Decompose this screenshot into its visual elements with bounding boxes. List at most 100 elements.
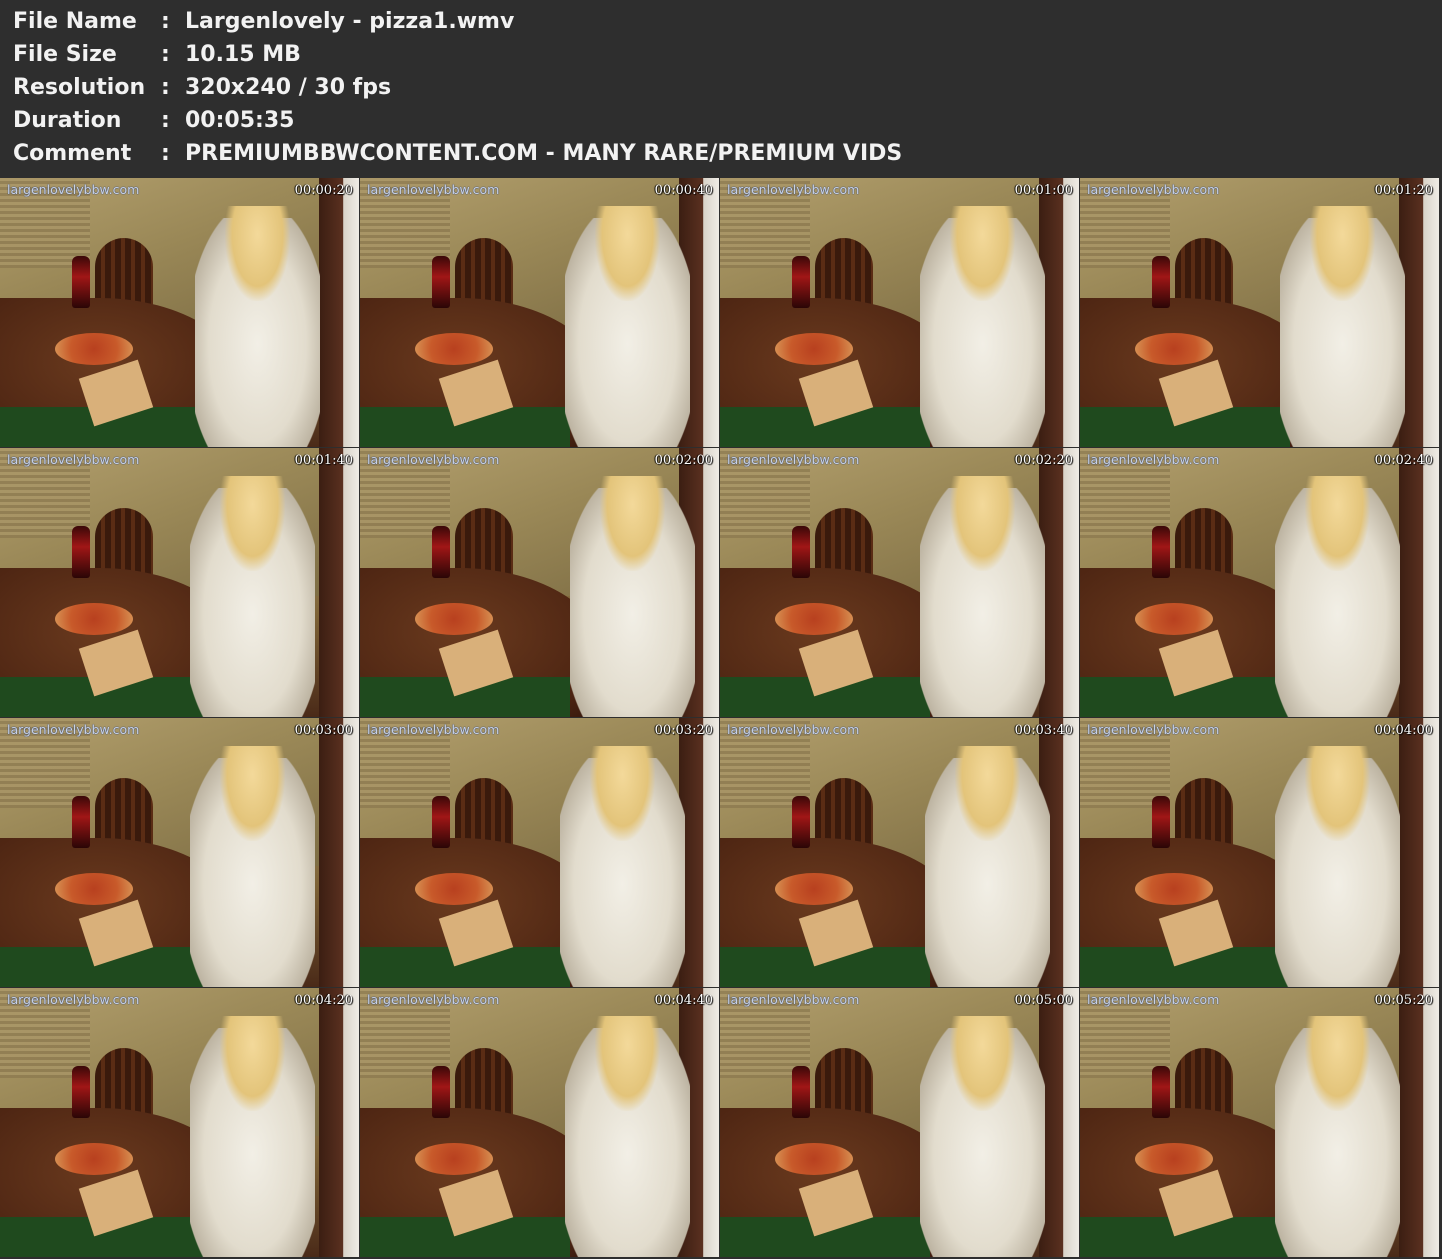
scene-pizza	[775, 873, 853, 905]
info-separator: :	[161, 75, 170, 100]
scene-hair	[1310, 206, 1375, 301]
scene-pizza	[415, 1143, 493, 1175]
video-thumbnail[interactable]: largenlovelybbw.com 00:00:20	[0, 178, 359, 447]
info-label: File Size	[13, 42, 117, 67]
scene-pizza	[55, 603, 133, 635]
scene-pizza	[415, 333, 493, 365]
video-thumbnail[interactable]: largenlovelybbw.com 00:05:20	[1080, 988, 1439, 1257]
thumbnail-watermark: largenlovelybbw.com	[1087, 452, 1220, 467]
scene-bottle	[72, 1066, 90, 1118]
info-label: Comment	[13, 141, 132, 166]
scene-bottle	[1152, 526, 1170, 578]
scene-pizza	[775, 333, 853, 365]
info-value-resolution: 320x240 / 30 fps	[185, 75, 392, 100]
video-thumbnail[interactable]: largenlovelybbw.com 00:04:00	[1080, 718, 1439, 987]
video-thumbnail[interactable]: largenlovelybbw.com 00:02:40	[1080, 448, 1439, 717]
scene-bottle	[792, 526, 810, 578]
thumbnail-timestamp: 00:03:40	[1014, 723, 1073, 738]
info-row-file-size: File Size : 10.15 MB	[13, 38, 301, 71]
scene-window	[1039, 988, 1079, 1257]
thumbnail-watermark: largenlovelybbw.com	[367, 182, 500, 197]
info-value-duration: 00:05:35	[185, 108, 295, 133]
thumbnail-watermark: largenlovelybbw.com	[7, 182, 140, 197]
video-thumbnail[interactable]: largenlovelybbw.com 00:04:40	[360, 988, 719, 1257]
info-value-comment: PREMIUMBBWCONTENT.COM - MANY RARE/PREMIU…	[185, 141, 903, 166]
scene-pizza	[1135, 333, 1213, 365]
scene-bottle	[792, 1066, 810, 1118]
thumbnail-watermark: largenlovelybbw.com	[367, 452, 500, 467]
scene-hair	[950, 206, 1015, 301]
thumbnail-watermark: largenlovelybbw.com	[727, 452, 860, 467]
video-thumbnail[interactable]: largenlovelybbw.com 00:04:20	[0, 988, 359, 1257]
thumbnail-watermark: largenlovelybbw.com	[727, 722, 860, 737]
scene-hair	[595, 206, 660, 301]
thumbnail-timestamp: 00:00:20	[294, 183, 353, 198]
info-value-file-size: 10.15 MB	[185, 42, 301, 67]
thumbnail-watermark: largenlovelybbw.com	[7, 452, 140, 467]
scene-bottle	[792, 256, 810, 308]
info-separator: :	[161, 42, 170, 67]
info-row-comment: Comment : PREMIUMBBWCONTENT.COM - MANY R…	[13, 137, 902, 170]
thumbnail-watermark: largenlovelybbw.com	[367, 992, 500, 1007]
video-thumbnail[interactable]: largenlovelybbw.com 00:00:40	[360, 178, 719, 447]
scene-hair	[1305, 1016, 1370, 1111]
scene-hair	[1305, 476, 1370, 571]
video-thumbnail[interactable]: largenlovelybbw.com 00:03:20	[360, 718, 719, 987]
scene-bottle	[432, 526, 450, 578]
scene-bottle	[432, 1066, 450, 1118]
scene-bottle	[72, 256, 90, 308]
scene-pizza	[55, 873, 133, 905]
video-thumbnail[interactable]: largenlovelybbw.com 00:05:00	[720, 988, 1079, 1257]
info-separator: :	[161, 141, 170, 166]
scene-window	[1399, 718, 1439, 987]
scene-window	[319, 718, 359, 987]
video-thumbnail[interactable]: largenlovelybbw.com 00:01:20	[1080, 178, 1439, 447]
thumbnail-watermark: largenlovelybbw.com	[1087, 722, 1220, 737]
scene-window	[1039, 448, 1079, 717]
info-row-duration: Duration : 00:05:35	[13, 104, 294, 137]
thumbnail-timestamp: 00:05:00	[1014, 993, 1073, 1008]
scene-pizza	[55, 1143, 133, 1175]
thumbnail-grid: largenlovelybbw.com 00:00:20 largenlovelyb…	[0, 178, 1442, 1259]
video-thumbnail[interactable]: largenlovelybbw.com 00:03:40	[720, 718, 1079, 987]
info-value-file-name: Largenlovely - pizza1.wmv	[185, 9, 515, 34]
info-row-file-name: File Name : Largenlovely - pizza1.wmv	[13, 5, 514, 38]
thumbnail-timestamp: 00:05:20	[1374, 993, 1433, 1008]
scene-bottle	[72, 526, 90, 578]
info-row-resolution: Resolution : 320x240 / 30 fps	[13, 71, 391, 104]
scene-hair	[220, 1016, 285, 1111]
video-thumbnail[interactable]: largenlovelybbw.com 00:01:00	[720, 178, 1079, 447]
info-separator: :	[161, 108, 170, 133]
thumbnail-timestamp: 00:03:00	[294, 723, 353, 738]
scene-bottle	[1152, 1066, 1170, 1118]
scene-bottle	[1152, 796, 1170, 848]
thumbnail-watermark: largenlovelybbw.com	[727, 182, 860, 197]
scene-hair	[595, 1016, 660, 1111]
thumbnail-timestamp: 00:01:40	[294, 453, 353, 468]
thumbnail-timestamp: 00:04:40	[654, 993, 713, 1008]
thumbnail-watermark: largenlovelybbw.com	[7, 722, 140, 737]
thumbnail-timestamp: 00:04:00	[1374, 723, 1433, 738]
scene-pizza	[775, 603, 853, 635]
scene-window	[319, 448, 359, 717]
scene-bottle	[432, 256, 450, 308]
thumbnail-watermark: largenlovelybbw.com	[1087, 992, 1220, 1007]
video-thumbnail[interactable]: largenlovelybbw.com 00:01:40	[0, 448, 359, 717]
scene-hair	[220, 476, 285, 571]
scene-pizza	[415, 873, 493, 905]
scene-bottle	[432, 796, 450, 848]
scene-window	[679, 718, 719, 987]
scene-window	[319, 988, 359, 1257]
thumbnail-timestamp: 00:02:40	[1374, 453, 1433, 468]
scene-bottle	[792, 796, 810, 848]
scene-pizza	[1135, 603, 1213, 635]
thumbnail-timestamp: 00:02:20	[1014, 453, 1073, 468]
scene-bottle	[1152, 256, 1170, 308]
scene-pizza	[1135, 873, 1213, 905]
scene-hair	[950, 476, 1015, 571]
scene-window	[319, 178, 359, 447]
video-thumbnail[interactable]: largenlovelybbw.com 00:02:20	[720, 448, 1079, 717]
video-thumbnail[interactable]: largenlovelybbw.com 00:03:00	[0, 718, 359, 987]
scene-window	[1399, 448, 1439, 717]
video-thumbnail[interactable]: largenlovelybbw.com 00:02:00	[360, 448, 719, 717]
